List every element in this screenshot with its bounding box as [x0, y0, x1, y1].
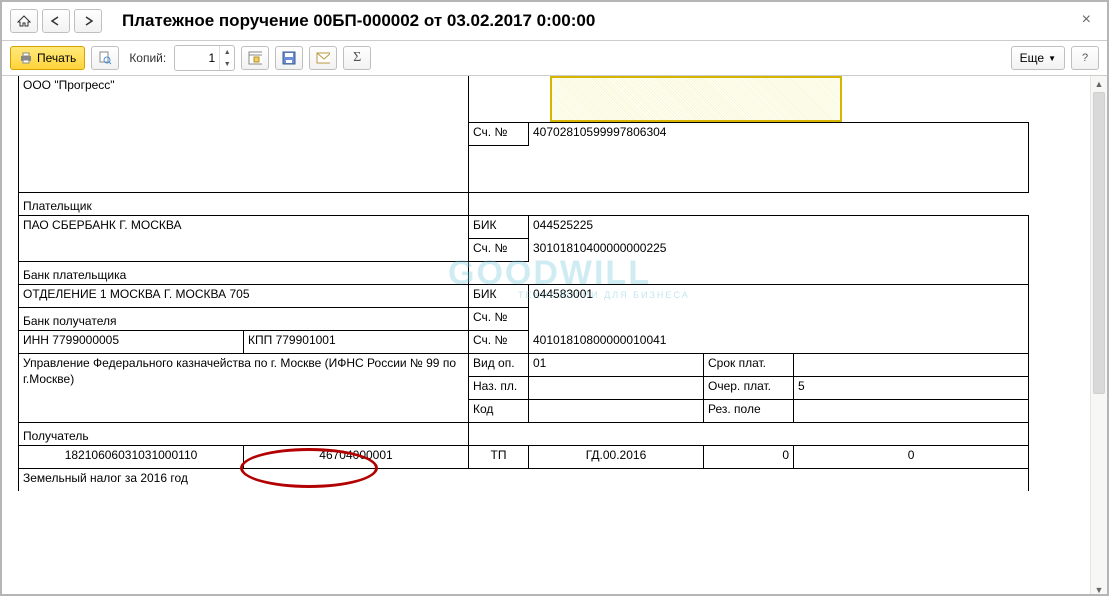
sigma-button[interactable]: Σ	[343, 46, 371, 70]
nazpl-label: Наз. пл.	[469, 377, 529, 400]
highlight-box	[550, 76, 842, 122]
copies-label: Копий:	[129, 51, 166, 65]
kod-label: Код	[469, 400, 529, 423]
docdate: 0	[794, 446, 1029, 469]
acc-label3: Сч. №	[469, 308, 529, 331]
ben-label: Получатель	[23, 429, 89, 443]
kbk: 18210606031031000110	[19, 446, 244, 469]
print-preview-window: Платежное поручение 00БП-000002 от 03.02…	[0, 0, 1109, 596]
bik-label1: БИК	[469, 216, 529, 239]
more-button[interactable]: Еще ▼	[1011, 46, 1065, 70]
payer-bank-label: Банк плательщика	[23, 268, 126, 282]
back-button[interactable]	[42, 9, 70, 33]
ocher-label: Очер. плат.	[704, 377, 794, 400]
toolbar: Печать Копий: ▲▼ Σ Еще▼ ?	[2, 41, 1107, 76]
acc-label2: Сч. №	[469, 239, 529, 262]
beneficiary: Управление Федерального казначейства по …	[23, 356, 456, 386]
email-button[interactable]	[309, 46, 337, 70]
ocher: 5	[794, 377, 1029, 400]
vidop-label: Вид оп.	[469, 354, 529, 377]
inn: ИНН 7799000005	[19, 331, 244, 354]
payment-order-table: ООО "Прогресс" Сч. № 4070281059999780630…	[18, 76, 1029, 491]
bik-label2: БИК	[469, 285, 529, 308]
more-label: Еще	[1020, 51, 1044, 65]
scroll-track[interactable]	[1093, 92, 1105, 582]
payer-bank-acc: 30101810400000000225	[533, 241, 666, 255]
purpose: Земельный налог за 2016 год	[23, 471, 188, 485]
ben-bank-label: Банк получателя	[23, 314, 116, 328]
copies-stepper[interactable]: ▲▼	[174, 45, 235, 71]
chevron-down-icon: ▼	[1048, 54, 1056, 63]
srok-label: Срок плат.	[704, 354, 794, 377]
print-label: Печать	[37, 51, 76, 65]
document-viewport: GOODWILL ТЕХНОЛОГИИ ДЛЯ БИЗНЕСА ООО "Про…	[2, 76, 1107, 596]
ben-bank: ОТДЕЛЕНИЕ 1 МОСКВА Г. МОСКВА 705	[23, 287, 250, 301]
forward-button[interactable]	[74, 9, 102, 33]
payer-bank: ПАО СБЕРБАНК Г. МОСКВА	[23, 218, 181, 232]
copies-down[interactable]: ▼	[220, 58, 234, 70]
scroll-down-arrow[interactable]: ▼	[1091, 582, 1107, 596]
sheet-toggle-button[interactable]	[241, 46, 269, 70]
scroll-up-arrow[interactable]: ▲	[1091, 76, 1107, 92]
payer-bik: 044525225	[533, 218, 593, 232]
window-header: Платежное поручение 00БП-000002 от 03.02…	[2, 2, 1107, 41]
print-button[interactable]: Печать	[10, 46, 85, 70]
basis: ТП	[469, 446, 529, 469]
payer-org: ООО "Прогресс"	[23, 78, 115, 92]
payer-account: 40702810599997806304	[533, 125, 666, 139]
vertical-scrollbar[interactable]: ▲ ▼	[1090, 76, 1107, 596]
home-button[interactable]	[10, 9, 38, 33]
docnum: 0	[704, 446, 794, 469]
scroll-thumb[interactable]	[1093, 92, 1105, 394]
save-button[interactable]	[275, 46, 303, 70]
document-sheet: GOODWILL ТЕХНОЛОГИИ ДЛЯ БИЗНЕСА ООО "Про…	[18, 76, 1075, 596]
window-title: Платежное поручение 00БП-000002 от 03.02…	[122, 11, 595, 31]
oktmo: 46704000001	[319, 448, 392, 462]
help-button[interactable]: ?	[1071, 46, 1099, 70]
acc-label4: Сч. №	[469, 331, 529, 354]
vidop: 01	[529, 354, 704, 377]
oktmo-cell: 46704000001	[244, 446, 469, 469]
period: ГД.00.2016	[529, 446, 704, 469]
copies-up[interactable]: ▲	[220, 46, 234, 58]
preview-button[interactable]	[91, 46, 119, 70]
kpp: КПП 779901001	[244, 331, 469, 354]
copies-input[interactable]	[175, 46, 219, 70]
close-button[interactable]: ×	[1076, 10, 1097, 30]
ben-bik: 044583001	[533, 287, 593, 301]
printer-icon	[19, 52, 33, 64]
rez-label: Рез. поле	[704, 400, 794, 423]
acc-label: Сч. №	[469, 123, 529, 146]
payer-label: Плательщик	[23, 199, 92, 213]
ben-account: 40101810800000010041	[533, 333, 666, 347]
